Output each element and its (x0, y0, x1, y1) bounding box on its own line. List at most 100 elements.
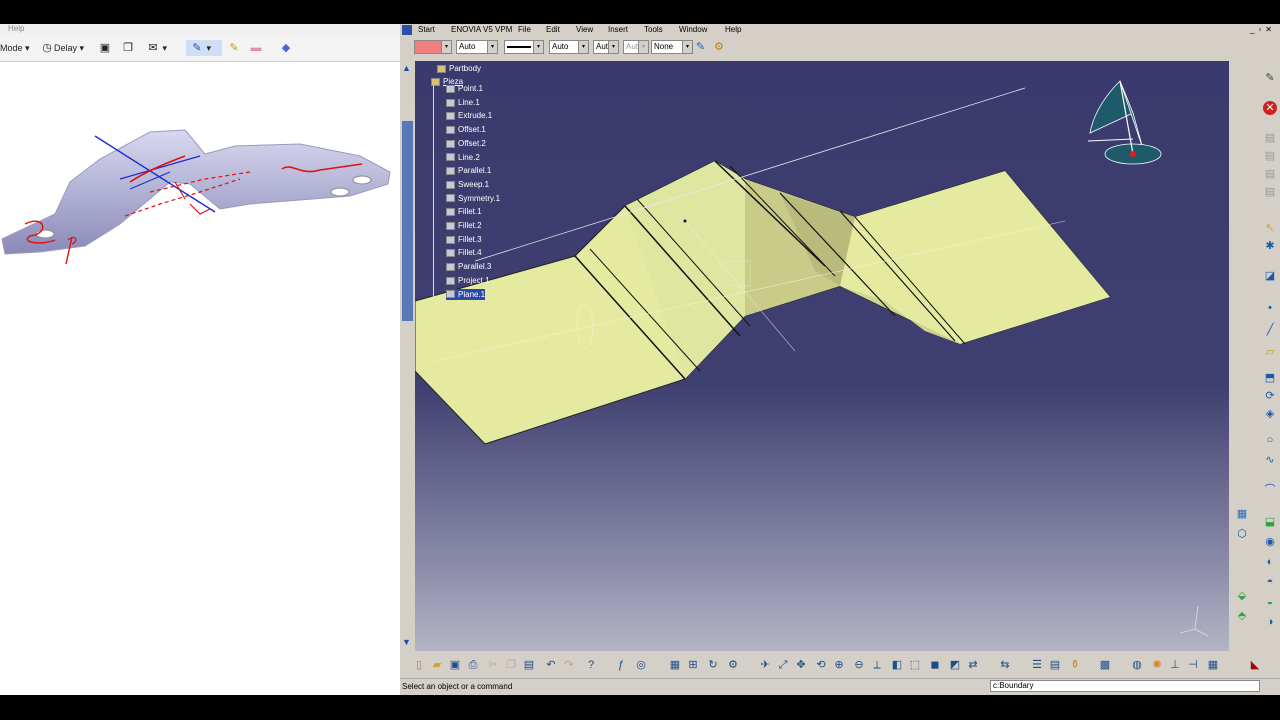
sketch-icon[interactable]: ◪ (1263, 269, 1277, 283)
blend-icon[interactable]: ◐ (1263, 555, 1277, 569)
normal-view-icon[interactable]: ⟂ (870, 658, 884, 672)
extrapolate-icon[interactable]: ◑ (1263, 615, 1277, 629)
snip-menu-help[interactable]: Help (0, 24, 400, 34)
tool-1-icon[interactable]: ▤ (1263, 131, 1277, 145)
tool-3-icon[interactable]: ▤ (1263, 167, 1277, 181)
tool-2-icon[interactable]: ▤ (1263, 149, 1277, 163)
scroll-thumb[interactable] (402, 121, 413, 321)
fill-icon[interactable]: ◉ (1263, 535, 1277, 549)
point-symbol-select[interactable]: Aut ▾ (593, 40, 619, 54)
camera-icon[interactable]: ▩ (1098, 658, 1112, 672)
pattern-icon[interactable]: ⬘ (1235, 609, 1249, 623)
update-icon[interactable]: ↻ (706, 658, 720, 672)
tree-node-point-1[interactable]: Point.1 (446, 83, 483, 94)
bottle-icon[interactable]: ⚱ (1068, 658, 1082, 672)
line-type-select[interactable]: Auto ▾ (549, 40, 589, 54)
fillet-icon[interactable]: ◒ (1263, 595, 1277, 609)
copy-button[interactable]: ❐ (121, 40, 135, 56)
formula-icon[interactable]: ƒ (614, 658, 628, 672)
tree-node-offset-1[interactable]: Offset.1 (446, 124, 486, 135)
sketcher-icon[interactable]: ✎ (1263, 71, 1277, 85)
transform-icon[interactable]: ⬙ (1235, 589, 1249, 603)
spline-icon[interactable]: ∿ (1263, 453, 1277, 467)
polyline-icon[interactable]: ⌒ (1263, 483, 1277, 497)
menu-start[interactable]: Start (418, 24, 435, 36)
tree-node-project-1[interactable]: Project.1 (446, 275, 490, 286)
tree-node-line-1[interactable]: Line.1 (446, 97, 480, 108)
fly-mode-icon[interactable]: ✈ (758, 658, 772, 672)
pen-button[interactable]: ✎ ▾ (186, 40, 222, 56)
open-icon[interactable]: ▰ (430, 658, 444, 672)
tree-node-fillet-1[interactable]: Fillet.1 (446, 206, 482, 217)
shading-icon[interactable]: ◼ (928, 658, 942, 672)
menu-file[interactable]: File (518, 24, 531, 36)
sweep-icon[interactable]: ◈ (1263, 407, 1277, 421)
scroll-up-icon[interactable]: ▲ (402, 63, 411, 73)
undo-icon[interactable]: ↶ (544, 658, 558, 672)
offset-icon[interactable]: ⬓ (1263, 515, 1277, 529)
new-icon[interactable]: ▯ (412, 658, 426, 672)
point-icon[interactable]: • (1263, 301, 1277, 315)
part-surface[interactable] (415, 160, 1111, 445)
tree-node-offset-2[interactable]: Offset.2 (446, 138, 486, 149)
paste-icon[interactable]: ▤ (522, 658, 536, 672)
layer-select[interactable]: None ▾ (651, 40, 693, 54)
mode-button[interactable]: Mode ▾ (0, 40, 30, 56)
axis-icon[interactable]: ⊥ (1168, 658, 1182, 672)
knowledge-icon[interactable]: ◎ (634, 658, 648, 672)
highlighter-button[interactable]: ✎ (227, 40, 241, 56)
swap-space-icon[interactable]: ⇄ (966, 658, 980, 672)
copy-icon[interactable]: ❐ (504, 658, 518, 672)
transparency-select[interactable]: Auto ▾ (456, 40, 498, 54)
menu-enovia[interactable]: ENOVIA V5 VPM (451, 24, 512, 36)
menu-view[interactable]: View (576, 24, 593, 36)
tree-node-partbody[interactable]: Partbody (437, 63, 481, 74)
tree-node-symmetry-1[interactable]: Symmetry.1 (446, 193, 500, 204)
tool-4-icon[interactable]: ▤ (1263, 185, 1277, 199)
exit-workbench-icon[interactable]: ✕ (1263, 101, 1277, 115)
tree-node-parallel-1[interactable]: Parallel.1 (446, 165, 491, 176)
rotate-icon[interactable]: ⟲ (814, 658, 828, 672)
tree-icon[interactable]: ⊣ (1186, 658, 1200, 672)
tree-node-line-2[interactable]: Line.2 (446, 152, 480, 163)
save-button[interactable]: ▣ (98, 40, 112, 56)
pan-icon[interactable]: ✥ (794, 658, 808, 672)
iso-view-icon[interactable]: ⬚ (908, 658, 922, 672)
tree-node-fillet-4[interactable]: Fillet.4 (446, 247, 482, 258)
tree-node-extrude-1[interactable]: Extrude.1 (446, 110, 492, 121)
views-icon[interactable]: ◧ (890, 658, 904, 672)
menu-help[interactable]: Help (725, 24, 741, 36)
fill-color-select[interactable]: ▾ (414, 40, 452, 54)
send-button[interactable]: ✉ ▾ (146, 40, 167, 56)
layer-a-select[interactable]: Aut ▾ (623, 40, 649, 54)
tree-node-plane-1[interactable]: Plane.1 (446, 288, 486, 300)
plane-icon[interactable]: ▱ (1263, 345, 1277, 359)
properties-painter-icon[interactable]: ✎ (696, 40, 705, 53)
line-thickness-select[interactable]: ▾ (504, 40, 544, 54)
tree-node-parallel-3[interactable]: Parallel.3 (446, 261, 491, 272)
paint3d-button[interactable]: ◆ (279, 40, 293, 56)
tree-node-fillet-3[interactable]: Fillet.3 (446, 234, 482, 245)
scroll-down-icon[interactable]: ▼ (402, 637, 411, 647)
analysis-icon[interactable]: ▦ (1235, 507, 1249, 521)
menu-edit[interactable]: Edit (546, 24, 560, 36)
compass-icon[interactable]: ✺ (1150, 658, 1164, 672)
grid-icon[interactable]: ▦ (1206, 658, 1220, 672)
sheet-icon[interactable]: ▤ (1048, 658, 1062, 672)
circle-icon[interactable]: ○ (1263, 433, 1277, 447)
eraser-button[interactable]: ▬ (249, 40, 263, 56)
cut-icon[interactable]: ✂ (486, 658, 500, 672)
select-icon[interactable]: ↖ (1263, 221, 1277, 235)
measure-icon[interactable]: ✱ (1263, 239, 1277, 253)
trim-icon[interactable]: ◓ (1263, 575, 1277, 589)
menu-tools[interactable]: Tools (644, 24, 663, 36)
product-icon[interactable]: ⇆ (998, 658, 1012, 672)
join-icon[interactable]: ⬡ (1235, 527, 1249, 541)
power-input-field[interactable]: c:Boundary (990, 680, 1260, 692)
fit-all-icon[interactable]: ⤢ (776, 658, 790, 672)
tree-scrollbar[interactable]: ▲ ▼ (400, 61, 415, 651)
extrude-icon[interactable]: ⬒ (1263, 371, 1277, 385)
catalog-icon[interactable]: ⊞ (686, 658, 700, 672)
revolve-icon[interactable]: ⟳ (1263, 389, 1277, 403)
redo-icon[interactable]: ↷ (562, 658, 576, 672)
